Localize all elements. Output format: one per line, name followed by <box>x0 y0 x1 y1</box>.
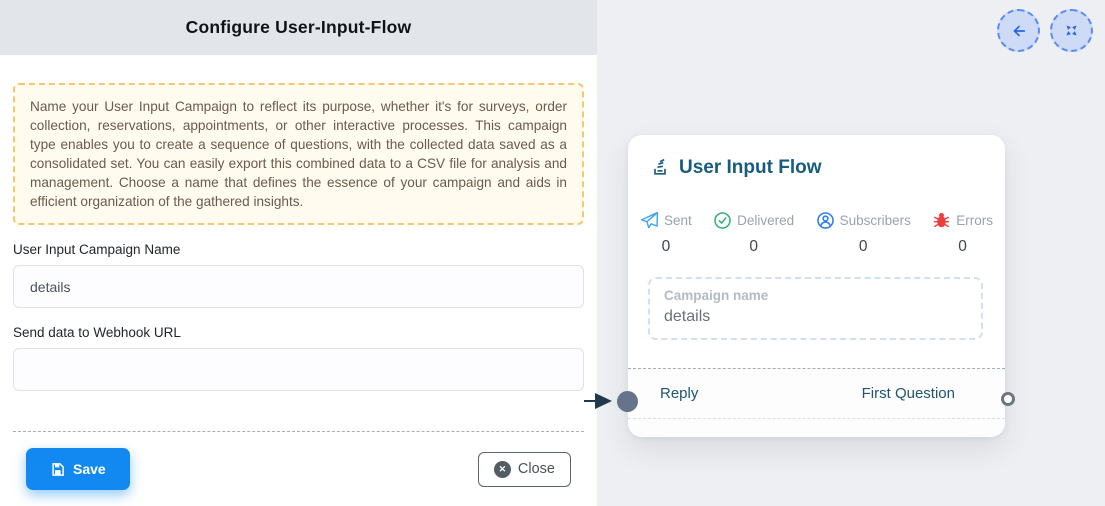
save-button[interactable]: Save <box>26 448 130 490</box>
app-window: Configure User-Input-Flow Name your User… <box>0 0 1105 506</box>
user-circle-icon <box>816 211 835 230</box>
reply-target-handle[interactable] <box>617 391 638 412</box>
back-button[interactable] <box>997 9 1040 52</box>
canvas-toolbar <box>997 9 1093 52</box>
campaign-name-display[interactable]: Campaign name details <box>648 277 983 340</box>
bug-icon <box>932 211 951 230</box>
stat-value: 0 <box>958 238 967 256</box>
stat-delivered: Delivered 0 <box>713 211 794 256</box>
campaign-display-label: Campaign name <box>664 288 967 303</box>
stat-subscribers: Subscribers 0 <box>816 211 911 256</box>
stat-sent: Sent 0 <box>640 211 692 256</box>
drawer-actions: Save ✕ Close <box>13 432 584 490</box>
close-button[interactable]: ✕ Close <box>478 452 571 487</box>
fit-view-button[interactable] <box>1050 9 1093 52</box>
stat-value: 0 <box>859 238 868 256</box>
campaign-name-input[interactable] <box>13 265 584 308</box>
save-button-label: Save <box>73 461 106 477</box>
check-circle-icon <box>713 211 732 230</box>
floppy-disk-icon <box>50 462 65 477</box>
stat-label: Delivered <box>737 213 794 228</box>
campaign-name-label: User Input Campaign Name <box>13 242 584 257</box>
webhook-url-input[interactable] <box>13 348 584 391</box>
stat-label: Subscribers <box>840 213 911 228</box>
campaign-info-note: Name your User Input Campaign to reflect… <box>13 83 584 225</box>
incoming-edge-arrow-icon <box>595 393 612 409</box>
paper-plane-icon <box>640 211 659 230</box>
stat-value: 0 <box>662 238 671 256</box>
first-question-source-handle[interactable] <box>1001 392 1015 406</box>
reply-label: Reply <box>660 385 698 402</box>
node-title: User Input Flow <box>679 157 822 179</box>
close-circle-icon: ✕ <box>494 461 511 478</box>
user-input-flow-node[interactable]: User Input Flow Sent 0 <box>628 135 1005 437</box>
compress-arrows-icon <box>1064 23 1079 38</box>
drawer-body: Name your User Input Campaign to reflect… <box>0 83 597 490</box>
webhook-url-label: Send data to Webhook URL <box>13 325 584 340</box>
close-button-label: Close <box>518 461 555 477</box>
stat-label: Sent <box>664 213 692 228</box>
node-stats: Sent 0 Delivered 0 <box>628 211 1005 256</box>
stat-errors: Errors 0 <box>932 211 993 256</box>
node-footer: Reply First Question <box>628 368 1005 437</box>
configure-drawer: Configure User-Input-Flow Name your User… <box>0 0 597 506</box>
stat-value: 0 <box>749 238 758 256</box>
arrow-left-icon <box>1010 22 1028 40</box>
stack-icon <box>650 158 670 178</box>
stat-label: Errors <box>956 213 993 228</box>
drawer-header: Configure User-Input-Flow <box>0 0 597 55</box>
flow-canvas[interactable]: User Input Flow Sent 0 <box>597 0 1105 506</box>
first-question-label: First Question <box>862 385 955 402</box>
node-title-row: User Input Flow <box>628 135 1005 179</box>
campaign-display-value: details <box>664 308 967 326</box>
drawer-title: Configure User-Input-Flow <box>186 17 412 38</box>
